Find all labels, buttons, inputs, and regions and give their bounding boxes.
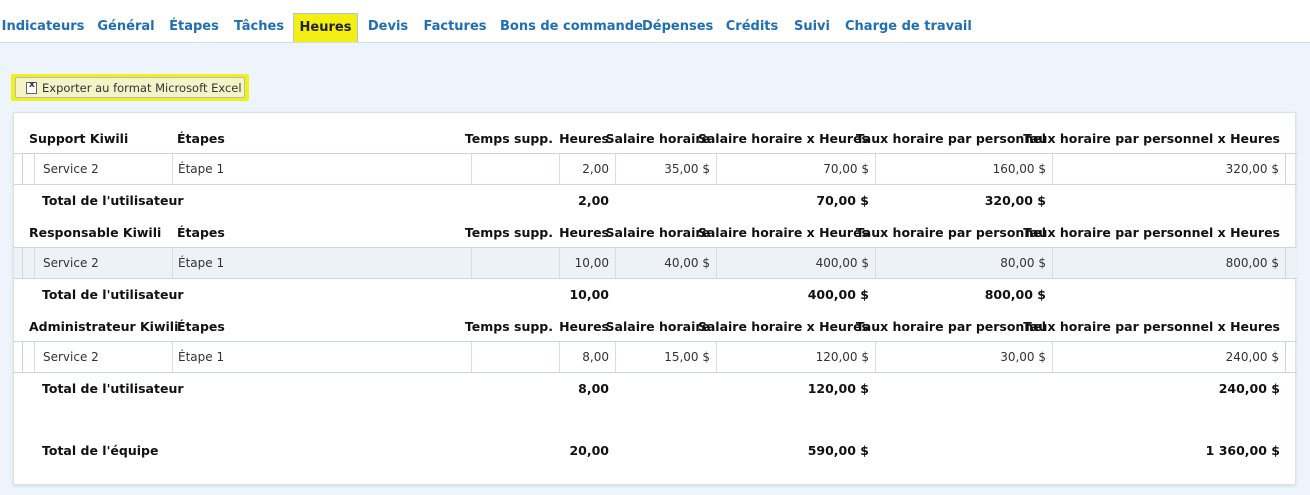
- team-total-label: Total de l'équipe: [42, 442, 159, 458]
- total-heures: 2,00: [578, 192, 609, 208]
- salaire-x-heures-cell: 400,00 $: [716, 248, 875, 278]
- row-spacer: [22, 342, 34, 372]
- col-header-temps-supp: Temps supp.: [464, 318, 553, 334]
- taux-x-heures-cell: 800,00 $: [1052, 248, 1286, 278]
- total-taux-x-heures: 240,00 $: [1218, 380, 1280, 396]
- temps-supp-cell: [471, 342, 559, 372]
- table-row[interactable]: Service 2 Étape 1 10,00 40,00 $ 400,00 $…: [14, 247, 1297, 279]
- table-row[interactable]: Service 2 Étape 1 8,00 15,00 $ 120,00 $ …: [14, 341, 1297, 373]
- tab-heures[interactable]: Heures: [293, 13, 358, 42]
- user-name: Support Kiwili: [29, 130, 129, 146]
- heures-cell: 10,00: [559, 248, 615, 278]
- col-header-taux-x-heures: Taux horaire par personnel x Heures: [1023, 318, 1280, 334]
- service-cell: Service 2: [34, 342, 172, 372]
- etape-cell: Étape 1: [172, 342, 471, 372]
- excel-file-icon: [26, 80, 37, 94]
- col-header-salaire-x-heures: Salaire horaire x Heures: [697, 130, 869, 146]
- user-total-label: Total de l'utilisateur: [42, 380, 184, 396]
- user-total-row: Total de l'utilisateur 8,00 120,00 $ 240…: [14, 375, 1297, 401]
- user-total-label: Total de l'utilisateur: [42, 192, 184, 208]
- salaire-x-heures-cell: 70,00 $: [716, 154, 875, 184]
- total-taux-horaire: 320,00 $: [984, 192, 1046, 208]
- hours-table: Support Kiwili Étapes Temps supp. Heures…: [13, 112, 1297, 485]
- team-total-heures: 20,00: [569, 442, 609, 458]
- taux-horaire-cell: 80,00 $: [875, 248, 1052, 278]
- salaire-horaire-cell: 40,00 $: [615, 248, 716, 278]
- col-header-etapes: Étapes: [177, 224, 225, 240]
- user-total-row: Total de l'utilisateur 10,00 400,00 $ 80…: [14, 281, 1297, 307]
- tab-general[interactable]: Général: [92, 13, 160, 42]
- tab-bons-de-commande[interactable]: Bons de commande: [500, 13, 643, 42]
- total-salaire-x-heures: 70,00 $: [816, 192, 869, 208]
- team-total-taux-x-heures: 1 360,00 $: [1205, 442, 1280, 458]
- col-header-etapes: Étapes: [177, 318, 225, 334]
- export-excel-button[interactable]: Exporter au format Microsoft Excel: [15, 77, 245, 98]
- salaire-horaire-cell: 15,00 $: [615, 342, 716, 372]
- export-highlight: Exporter au format Microsoft Excel: [11, 74, 249, 101]
- tab-bar: Indicateurs Général Étapes Tâches Heures…: [0, 0, 1310, 43]
- col-header-salaire-x-heures: Salaire horaire x Heures: [697, 318, 869, 334]
- user-total-row: Total de l'utilisateur 2,00 70,00 $ 320,…: [14, 187, 1297, 213]
- total-heures: 10,00: [569, 286, 609, 302]
- col-header-etapes: Étapes: [177, 130, 225, 146]
- tab-depenses[interactable]: Dépenses: [642, 13, 713, 42]
- total-taux-horaire: [875, 375, 1052, 401]
- salaire-x-heures-cell: 120,00 $: [716, 342, 875, 372]
- tab-suivi[interactable]: Suivi: [792, 13, 832, 42]
- export-excel-label: Exporter au format Microsoft Excel: [42, 80, 242, 95]
- taux-x-heures-cell: 240,00 $: [1052, 342, 1286, 372]
- taux-horaire-cell: 160,00 $: [875, 154, 1052, 184]
- total-taux-x-heures: [1052, 281, 1286, 307]
- row-spacer: [22, 154, 34, 184]
- tab-credits[interactable]: Crédits: [724, 13, 780, 42]
- service-cell: Service 2: [34, 154, 172, 184]
- total-taux-horaire: 800,00 $: [984, 286, 1046, 302]
- user-name: Administrateur Kiwili: [29, 318, 179, 334]
- total-salaire-x-heures: 400,00 $: [807, 286, 869, 302]
- etape-cell: Étape 1: [172, 248, 471, 278]
- row-spacer: [22, 248, 34, 278]
- user-header-row: Administrateur Kiwili Étapes Temps supp.…: [14, 313, 1297, 339]
- heures-cell: 2,00: [559, 154, 615, 184]
- temps-supp-cell: [471, 248, 559, 278]
- col-header-salaire-x-heures: Salaire horaire x Heures: [697, 224, 869, 240]
- user-header-row: Responsable Kiwili Étapes Temps supp. He…: [14, 219, 1297, 245]
- tab-factures[interactable]: Factures: [422, 13, 488, 42]
- user-total-label: Total de l'utilisateur: [42, 286, 184, 302]
- etape-cell: Étape 1: [172, 154, 471, 184]
- tab-indicateurs[interactable]: Indicateurs: [0, 13, 86, 42]
- table-row[interactable]: Service 2 Étape 1 2,00 35,00 $ 70,00 $ 1…: [14, 153, 1297, 185]
- col-header-taux-x-heures: Taux horaire par personnel x Heures: [1023, 224, 1280, 240]
- heures-cell: 8,00: [559, 342, 615, 372]
- team-total-row: Total de l'équipe 20,00 590,00 $ 1 360,0…: [14, 437, 1297, 463]
- salaire-horaire-cell: 35,00 $: [615, 154, 716, 184]
- col-header-temps-supp: Temps supp.: [464, 130, 553, 146]
- col-header-taux-x-heures: Taux horaire par personnel x Heures: [1023, 130, 1280, 146]
- tab-etapes[interactable]: Étapes: [165, 13, 223, 42]
- tab-taches[interactable]: Tâches: [230, 13, 288, 42]
- taux-x-heures-cell: 320,00 $: [1052, 154, 1286, 184]
- user-header-row: Support Kiwili Étapes Temps supp. Heures…: [14, 125, 1297, 151]
- taux-horaire-cell: 30,00 $: [875, 342, 1052, 372]
- temps-supp-cell: [471, 154, 559, 184]
- service-cell: Service 2: [34, 248, 172, 278]
- team-total-salaire-x-heures: 590,00 $: [807, 442, 869, 458]
- tab-devis[interactable]: Devis: [364, 13, 412, 42]
- user-name: Responsable Kiwili: [29, 224, 162, 240]
- tab-charge-de-travail[interactable]: Charge de travail: [845, 13, 972, 42]
- total-taux-x-heures: [1052, 187, 1286, 213]
- total-heures: 8,00: [578, 380, 609, 396]
- total-salaire-x-heures: 120,00 $: [807, 380, 869, 396]
- col-header-temps-supp: Temps supp.: [464, 224, 553, 240]
